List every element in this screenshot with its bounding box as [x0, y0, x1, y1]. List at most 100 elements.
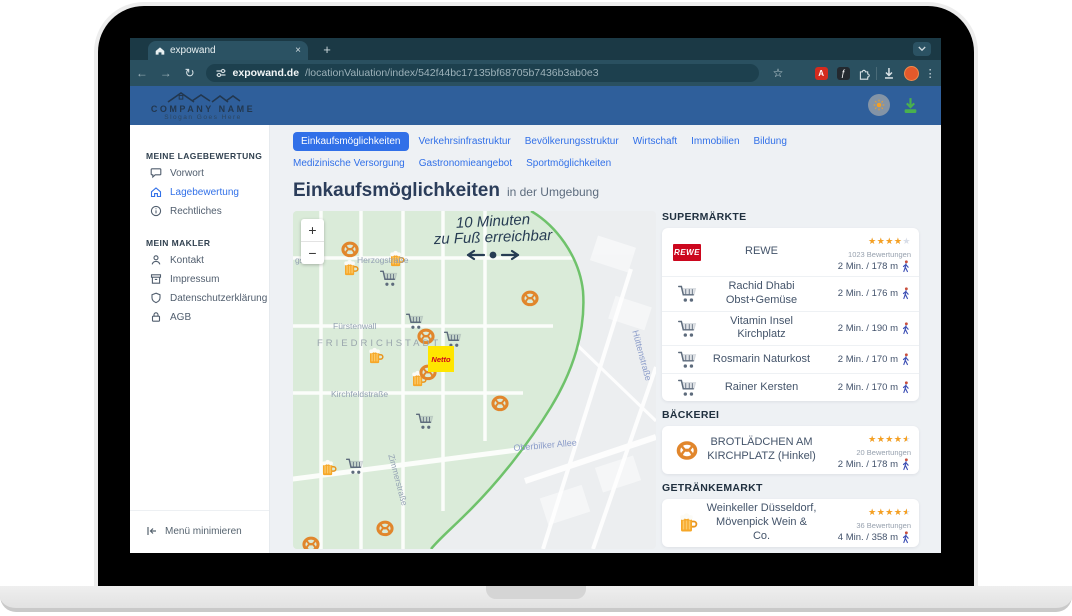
sidebar-item-kontakt[interactable]: Kontakt — [150, 254, 269, 266]
tab-close-icon[interactable]: × — [295, 45, 301, 56]
browser-tabstrip: expowand × + — [130, 38, 941, 60]
lock-icon — [150, 311, 162, 323]
street-label: FRIEDRICHSTADT — [317, 338, 441, 349]
zoom-out-button[interactable]: − — [301, 242, 324, 264]
person-icon — [150, 254, 162, 266]
tab-verkehrsinfrastruktur[interactable]: Verkehrsinfrastruktur — [419, 134, 511, 149]
site-header: COMPANY NAME Slogan Goes Here — [130, 86, 941, 125]
sidebar-item-label: Lagebewertung — [170, 187, 239, 198]
store-name: Weinkeller Düsseldorf, Mövenpick Wein & … — [704, 502, 819, 543]
store-row-vitamin-insel[interactable]: Vitamin Insel Kirchplatz 2 Min. / 190 m — [662, 312, 919, 347]
forward-button[interactable]: → — [154, 66, 178, 80]
company-slogan: Slogan Goes Here — [164, 114, 241, 121]
category-tabs-row1: Einkaufsmöglichkeiten Verkehrsinfrastruk… — [293, 132, 853, 171]
back-button[interactable]: ← — [130, 66, 154, 80]
tab-immobilien[interactable]: Immobilien — [691, 134, 739, 149]
address-bar[interactable]: expowand.de /locationValuation/index/542… — [206, 64, 760, 82]
cart-icon — [677, 377, 698, 398]
main-area: Einkaufsmöglichkeiten Verkehrsinfrastruk… — [271, 125, 941, 553]
download-icon[interactable] — [882, 66, 896, 80]
sidebar-item-agb[interactable]: AGB — [150, 311, 269, 323]
map[interactable]: gstraßeHerzogstraßeFürstenwallFRIEDRICHS… — [293, 211, 656, 549]
tab-search-button[interactable] — [913, 42, 931, 56]
sidebar-item-label: Kontakt — [170, 255, 204, 266]
collapse-menu-label: Menü minimieren — [165, 526, 242, 537]
sidebar-section-meine-lagebewertung: MEINE LAGEBEWERTUNG — [146, 151, 269, 161]
tab-medizinische-versorgung[interactable]: Medizinische Versorgung — [293, 156, 405, 171]
distance: 4 Min. / 358 m — [819, 531, 911, 544]
store-row-rachid-dhabi[interactable]: Rachid Dhabi Obst+Gemüse 2 Min. / 176 m — [662, 277, 919, 312]
shield-icon — [150, 292, 162, 304]
walking-icon — [901, 353, 911, 366]
distance: 2 Min. / 178 m — [819, 260, 911, 273]
url-domain: expowand.de — [233, 67, 300, 79]
reload-button[interactable]: ↻ — [178, 66, 202, 80]
store-name: Rainer Kersten — [704, 381, 819, 395]
tab-title: expowand — [170, 45, 290, 56]
walking-icon — [901, 458, 911, 471]
collapse-menu-button[interactable]: Menü minimieren — [130, 510, 269, 553]
distance: 2 Min. / 190 m — [819, 322, 911, 335]
store-name: Vitamin Insel Kirchplatz — [704, 315, 819, 343]
export-download-icon[interactable] — [902, 97, 919, 114]
info-icon — [150, 205, 162, 217]
new-tab-button[interactable]: + — [318, 41, 336, 59]
tab-wirtschaft[interactable]: Wirtschaft — [633, 134, 677, 149]
store-name: BROTLÄDCHEN AM KIRCHPLATZ (Hinkel) — [704, 436, 819, 464]
store-row-rosmarin[interactable]: Rosmarin Naturkost 2 Min. / 170 m — [662, 346, 919, 374]
home-icon — [155, 46, 165, 56]
review-count: 20 Bewertungen — [819, 448, 911, 457]
walking-icon — [901, 322, 911, 335]
section-supermaerkte: SUPERMÄRKTE — [662, 211, 919, 223]
sidebar-item-datenschutzerklaerung[interactable]: Datenschutzerklärung — [150, 292, 269, 304]
listings-panel: SUPERMÄRKTE REWE REWE ★★★★★★★★★★ 1023 Be… — [662, 211, 919, 553]
bakery-card: BROTLÄDCHEN AM KIRCHPLATZ (Hinkel) ★★★★★… — [662, 426, 919, 474]
browser-tab[interactable]: expowand × — [148, 41, 308, 60]
sidebar-item-lagebewertung[interactable]: Lagebewertung — [150, 186, 269, 198]
tab-sportmoeglichkeiten[interactable]: Sportmöglichkeiten — [526, 156, 611, 171]
store-row-rainer-kersten[interactable]: Rainer Kersten 2 Min. / 170 m — [662, 374, 919, 401]
sidebar-item-vorwort[interactable]: Vorwort — [150, 167, 269, 179]
zoom-in-button[interactable]: + — [301, 219, 324, 242]
fx-extension-icon[interactable]: ƒ — [837, 67, 850, 80]
tab-bevoelkerungsstruktur[interactable]: Bevölkerungsstruktur — [525, 134, 619, 149]
street-label: Kirchfeldstraße — [331, 389, 388, 399]
store-row-weinkeller[interactable]: Weinkeller Düsseldorf, Mövenpick Wein & … — [662, 499, 919, 547]
page-content: MEINE LAGEBEWERTUNG Vorwort Lagebewertun… — [130, 125, 941, 553]
page-title: Einkaufsmöglichkeiten in der Umgebung — [293, 180, 941, 202]
store-row-rewe[interactable]: REWE REWE ★★★★★★★★★★ 1023 Bewertungen 2 … — [662, 228, 919, 277]
menu-kebab-icon[interactable]: ⋮ — [919, 67, 941, 80]
beer-icon — [675, 511, 699, 535]
store-name: Rosmarin Naturkost — [704, 353, 819, 367]
map-zoom-control: + − — [301, 219, 324, 264]
review-count: 36 Bewertungen — [819, 521, 911, 530]
store-row-brotlaedchen[interactable]: BROTLÄDCHEN AM KIRCHPLATZ (Hinkel) ★★★★★… — [662, 426, 919, 474]
chevron-down-icon — [918, 46, 926, 52]
sidebar-item-rechtliches[interactable]: Rechtliches — [150, 205, 269, 217]
distance: 2 Min. / 178 m — [819, 458, 911, 471]
tab-einkaufsmoeglichkeiten[interactable]: Einkaufsmöglichkeiten — [293, 132, 409, 151]
netto-store-logo[interactable]: Netto — [428, 346, 454, 372]
rating-stars: ★★★★★★★★★★ — [868, 237, 911, 246]
tab-gastronomieangebot[interactable]: Gastronomieangebot — [419, 156, 512, 171]
walking-icon — [901, 381, 911, 394]
site-info-icon[interactable] — [215, 67, 227, 79]
page-title-sub: in der Umgebung — [507, 185, 599, 199]
cart-icon — [677, 349, 698, 370]
theme-toggle-button[interactable] — [868, 94, 890, 116]
pdf-extension-icon[interactable]: A — [815, 67, 828, 80]
walking-icon — [901, 287, 911, 300]
sidebar-item-label: Rechtliches — [170, 206, 222, 217]
tab-bildung[interactable]: Bildung — [754, 134, 787, 149]
sidebar-item-impressum[interactable]: Impressum — [150, 273, 269, 285]
store-name: Rachid Dhabi Obst+Gemüse — [704, 280, 819, 308]
extensions-puzzle-icon[interactable] — [858, 67, 871, 80]
profile-avatar[interactable] — [904, 66, 919, 81]
bookmark-star-icon[interactable]: ☆ — [767, 66, 789, 80]
sidebar-section-mein-makler: MEIN MAKLER — [146, 238, 269, 248]
street-label: Oberbilker Allee — [513, 437, 577, 453]
rooftops-icon — [164, 90, 242, 103]
sidebar-item-label: Vorwort — [170, 168, 204, 179]
drinks-card: Weinkeller Düsseldorf, Mövenpick Wein & … — [662, 499, 919, 547]
company-logo: COMPANY NAME Slogan Goes Here — [130, 90, 276, 121]
